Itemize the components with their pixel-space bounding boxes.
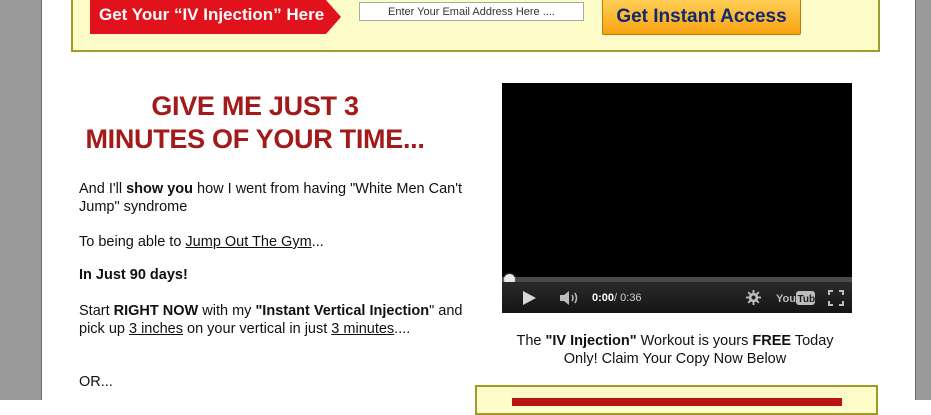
get-instant-access-button[interactable]: Get Instant Access [602,0,801,35]
video-caption: The "IV Injection" Workout is yours FREE… [502,332,848,368]
video-time-display: 0:00 / 0:36 [592,282,642,313]
youtube-logo[interactable]: You Tube [776,282,816,313]
copy-bold: RIGHT NOW [113,303,199,319]
caption-text: Workout is yours [636,333,753,349]
caption-text: The [516,333,546,349]
jump-out-the-gym-link[interactable]: Jump Out The Gym [185,234,311,250]
page-headline: GIVE ME JUST 3 MINUTES OF YOUR TIME... [70,90,440,156]
headline-line-1: GIVE ME JUST 3 [151,91,359,121]
svg-text:You: You [776,293,796,305]
caption-bold: FREE [752,333,792,349]
frame-left [0,0,41,400]
optin-ribbon: Get Your “IV Injection” Here [90,0,341,34]
copy-paragraph-1: And I'll show you how I went from having… [79,180,479,216]
copy-text: To being able to [79,234,186,250]
three-minutes-link[interactable]: 3 minutes [331,321,394,337]
email-field[interactable] [359,2,584,21]
copy-paragraph-5: OR... [79,374,113,390]
copy-paragraph-3: In Just 90 days! [79,267,188,283]
gear-icon[interactable] [746,282,761,313]
copy-text: on your vertical in just [183,321,332,337]
copy-text: Start [79,303,114,319]
svg-text:Tube: Tube [798,294,817,305]
copy-text: And I'll [79,181,127,197]
video-controls: 0:00 / 0:36 You Tube [502,282,852,313]
headline-line-2: MINUTES OF YOUR TIME... [85,124,425,154]
frame-right [916,0,931,400]
video-player[interactable]: 0:00 / 0:36 You Tube [502,83,852,313]
three-inches-link[interactable]: 3 inches [129,321,183,337]
copy-text: with my [198,303,256,319]
copy-paragraph-2: To being able to Jump Out The Gym... [79,233,479,251]
volume-icon[interactable] [560,282,580,313]
caption-bold: "IV Injection" [545,333,637,349]
frame-left-border [41,0,42,400]
optin-box-red-header [512,398,842,406]
copy-text: ... [311,234,324,250]
copy-bold: show you [126,181,193,197]
copy-paragraph-4: Start RIGHT NOW with my "Instant Vertica… [79,302,479,338]
copy-text: .... [394,321,411,337]
fullscreen-icon[interactable] [828,282,844,313]
current-time: 0:00 [592,291,615,304]
duration: / 0:36 [614,291,642,304]
copy-bold: "Instant Vertical Injection [255,303,430,319]
play-icon[interactable] [522,282,536,313]
